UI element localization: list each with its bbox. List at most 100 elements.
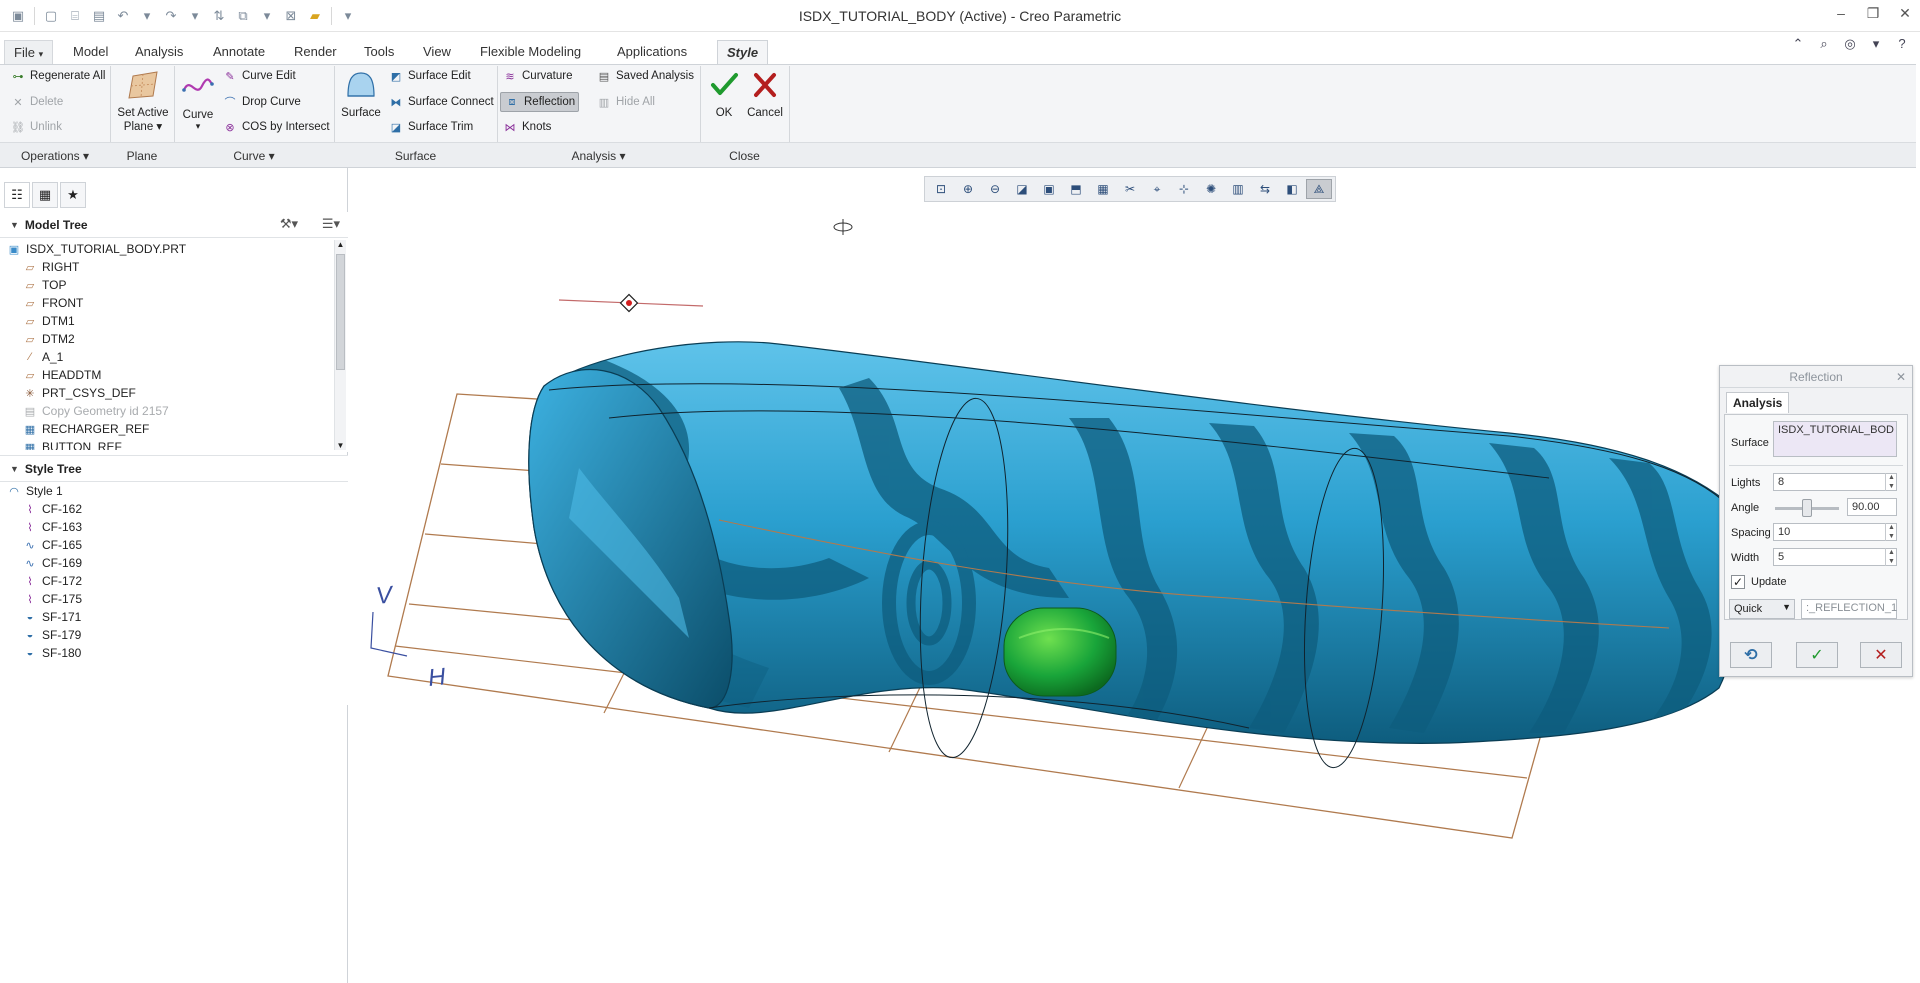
collapse-ribbon-icon[interactable]: ⌃ xyxy=(1790,36,1806,52)
surface-collector[interactable]: ISDX_TUTORIAL_BOD xyxy=(1773,421,1897,457)
saved-analysis-button[interactable]: ▤ Saved Analysis xyxy=(596,66,694,86)
display-style-icon[interactable]: ▣ xyxy=(1036,179,1062,199)
restore-icon[interactable]: ❐ xyxy=(1866,6,1880,20)
analysis-name-input[interactable]: :_REFLECTION_1 xyxy=(1801,599,1897,619)
style-tree-header[interactable]: ▼ Style Tree xyxy=(0,456,348,482)
tab-render[interactable]: Render xyxy=(285,40,346,64)
spacing-input[interactable]: 10 xyxy=(1773,523,1897,541)
zoom-in-icon[interactable]: ⊕ xyxy=(955,179,981,199)
tree-item[interactable]: ▣ ISDX_TUTORIAL_BODY.PRT xyxy=(6,240,326,258)
tree-item[interactable]: ⌇ CF-162 xyxy=(6,500,326,518)
set-active-plane-button[interactable]: Set Active Plane ▾ xyxy=(114,70,172,133)
view-manager-icon[interactable]: ▦ xyxy=(1090,179,1116,199)
repaint-icon[interactable]: ◪ xyxy=(1009,179,1035,199)
tree-item[interactable]: ⌇ CF-175 xyxy=(6,590,326,608)
community-icon[interactable]: ◎ xyxy=(1842,36,1858,52)
dialog-close-icon[interactable]: ✕ xyxy=(1896,366,1906,388)
knots-button[interactable]: ⋈ Knots xyxy=(502,117,552,137)
analysis-group-label[interactable]: Analysis ▾ xyxy=(497,149,700,163)
tree-filters-icon[interactable]: ⚒▾ xyxy=(280,216,298,232)
dialog-cancel-button[interactable]: ✕ xyxy=(1860,642,1902,668)
axis-display-icon[interactable]: ⇆ xyxy=(1252,179,1278,199)
surface-button[interactable]: Surface xyxy=(338,70,384,119)
tree-item[interactable]: ▱ HEADDTM xyxy=(6,366,326,384)
minimize-icon[interactable]: – xyxy=(1834,6,1848,20)
tree-item[interactable]: ◒ SF-171 xyxy=(6,608,326,626)
help-icon[interactable]: ? xyxy=(1894,36,1910,52)
width-spinner[interactable]: ▲ ▼ xyxy=(1885,548,1897,566)
hide-all-button[interactable]: ▥ Hide All xyxy=(596,92,655,112)
tree-item[interactable]: ⁄ A_1 xyxy=(6,348,326,366)
tree-item[interactable]: ▱ RIGHT xyxy=(6,258,326,276)
tree-item[interactable]: ∿ CF-169 xyxy=(6,554,326,572)
tree-item[interactable]: ▱ TOP xyxy=(6,276,326,294)
tree-item[interactable]: ◠ Style 1 xyxy=(6,482,326,500)
active-plane-display-icon[interactable]: ⟁ xyxy=(1306,179,1332,199)
dropdown-icon[interactable]: ▾ xyxy=(1868,36,1884,52)
tab-model[interactable]: Model xyxy=(64,40,117,64)
spacing-spinner[interactable]: ▲ ▼ xyxy=(1885,523,1897,541)
tree-item[interactable]: ▦ RECHARGER_REF xyxy=(6,420,326,438)
point-display-icon[interactable]: ◧ xyxy=(1279,179,1305,199)
curvature-button[interactable]: ≋ Curvature xyxy=(502,66,572,86)
cos-by-intersect-button[interactable]: ⊗ COS by Intersect xyxy=(222,117,329,137)
drop-curve-button[interactable]: ⌒ Drop Curve xyxy=(222,92,301,112)
tree-item[interactable]: ▦ BUTTON_REF xyxy=(6,438,326,450)
tree-settings-icon[interactable]: ☰▾ xyxy=(322,216,340,232)
close-icon[interactable]: ✕ xyxy=(1898,6,1912,20)
tab-analysis[interactable]: Analysis xyxy=(1726,392,1790,413)
analysis-mode-select[interactable]: Quick ▼ xyxy=(1729,599,1795,619)
curve-button[interactable]: Curve ▾ xyxy=(178,72,218,132)
tree-item[interactable]: ◒ SF-179 xyxy=(6,626,326,644)
model-tree-tab-icon[interactable]: ☷ xyxy=(4,182,30,208)
tab-style[interactable]: Style xyxy=(717,40,769,64)
width-input[interactable]: 5 xyxy=(1773,548,1897,566)
tree-item[interactable]: ∿ CF-165 xyxy=(6,536,326,554)
search-icon[interactable]: ⌕ xyxy=(1816,36,1832,52)
datum-display-icon[interactable]: ⌖ xyxy=(1144,179,1170,199)
perspective-icon[interactable]: ✂ xyxy=(1117,179,1143,199)
tree-item[interactable]: ⌇ CF-172 xyxy=(6,572,326,590)
saved-orientations-icon[interactable]: ⬒ xyxy=(1063,179,1089,199)
tree-item[interactable]: ▤ Copy Geometry id 2157 xyxy=(6,402,326,420)
tree-item[interactable]: ▱ FRONT xyxy=(6,294,326,312)
model-view[interactable]: V H xyxy=(349,168,1920,983)
plane-display-icon[interactable]: ▥ xyxy=(1225,179,1251,199)
regenerate-all-button[interactable]: ⊶ Regenerate All xyxy=(10,66,106,86)
model-tree-scrollbar[interactable]: ▲ ▼ xyxy=(334,240,346,450)
cancel-button[interactable]: Cancel xyxy=(744,70,786,119)
refit-icon[interactable]: ⊡ xyxy=(928,179,954,199)
unlink-button[interactable]: ⛓ Unlink xyxy=(10,117,62,137)
tree-item[interactable]: ▱ DTM2 xyxy=(6,330,326,348)
lights-spinner[interactable]: ▲ ▼ xyxy=(1885,473,1897,491)
isdx-body-surface[interactable] xyxy=(528,341,1742,770)
tab-flexible-modeling[interactable]: Flexible Modeling xyxy=(471,40,590,64)
scroll-down-icon[interactable]: ▼ xyxy=(335,441,346,450)
tab-annotate[interactable]: Annotate xyxy=(204,40,274,64)
reflection-button[interactable]: ⧈ Reflection xyxy=(500,92,580,112)
tree-item[interactable]: ✳ PRT_CSYS_DEF xyxy=(6,384,326,402)
tab-view[interactable]: View xyxy=(414,40,460,64)
spin-center-display-icon[interactable]: ✺ xyxy=(1198,179,1224,199)
tree-item[interactable]: ◒ SF-180 xyxy=(6,644,326,662)
tab-applications[interactable]: Applications xyxy=(608,40,696,64)
model-tree-header[interactable]: ▼ Model Tree ⚒▾ ☰▾ xyxy=(0,212,348,238)
ok-button[interactable]: OK xyxy=(706,70,742,119)
surface-edit-button[interactable]: ◩ Surface Edit xyxy=(388,66,471,86)
tab-analysis[interactable]: Analysis xyxy=(126,40,192,64)
operations-group-label[interactable]: Operations ▾ xyxy=(0,149,110,163)
annotation-display-icon[interactable]: ⊹ xyxy=(1171,179,1197,199)
curve-group-label[interactable]: Curve ▾ xyxy=(174,149,334,163)
angle-input[interactable]: 90.00 xyxy=(1847,498,1897,516)
delete-button[interactable]: ✕ Delete xyxy=(10,92,63,112)
scroll-up-icon[interactable]: ▲ xyxy=(335,240,346,249)
button-reference-feature[interactable] xyxy=(1003,607,1117,697)
reflection-dialog-title[interactable]: Reflection ✕ xyxy=(1720,366,1912,388)
graphics-viewport[interactable]: V H xyxy=(349,168,1920,983)
surface-connect-button[interactable]: ⧓ Surface Connect xyxy=(388,92,494,112)
scroll-thumb[interactable] xyxy=(336,254,345,370)
update-checkbox[interactable]: ✓ xyxy=(1731,575,1745,589)
tree-item[interactable]: ▱ DTM1 xyxy=(6,312,326,330)
selected-point-marker[interactable] xyxy=(558,293,704,313)
lights-input[interactable]: 8 xyxy=(1773,473,1897,491)
